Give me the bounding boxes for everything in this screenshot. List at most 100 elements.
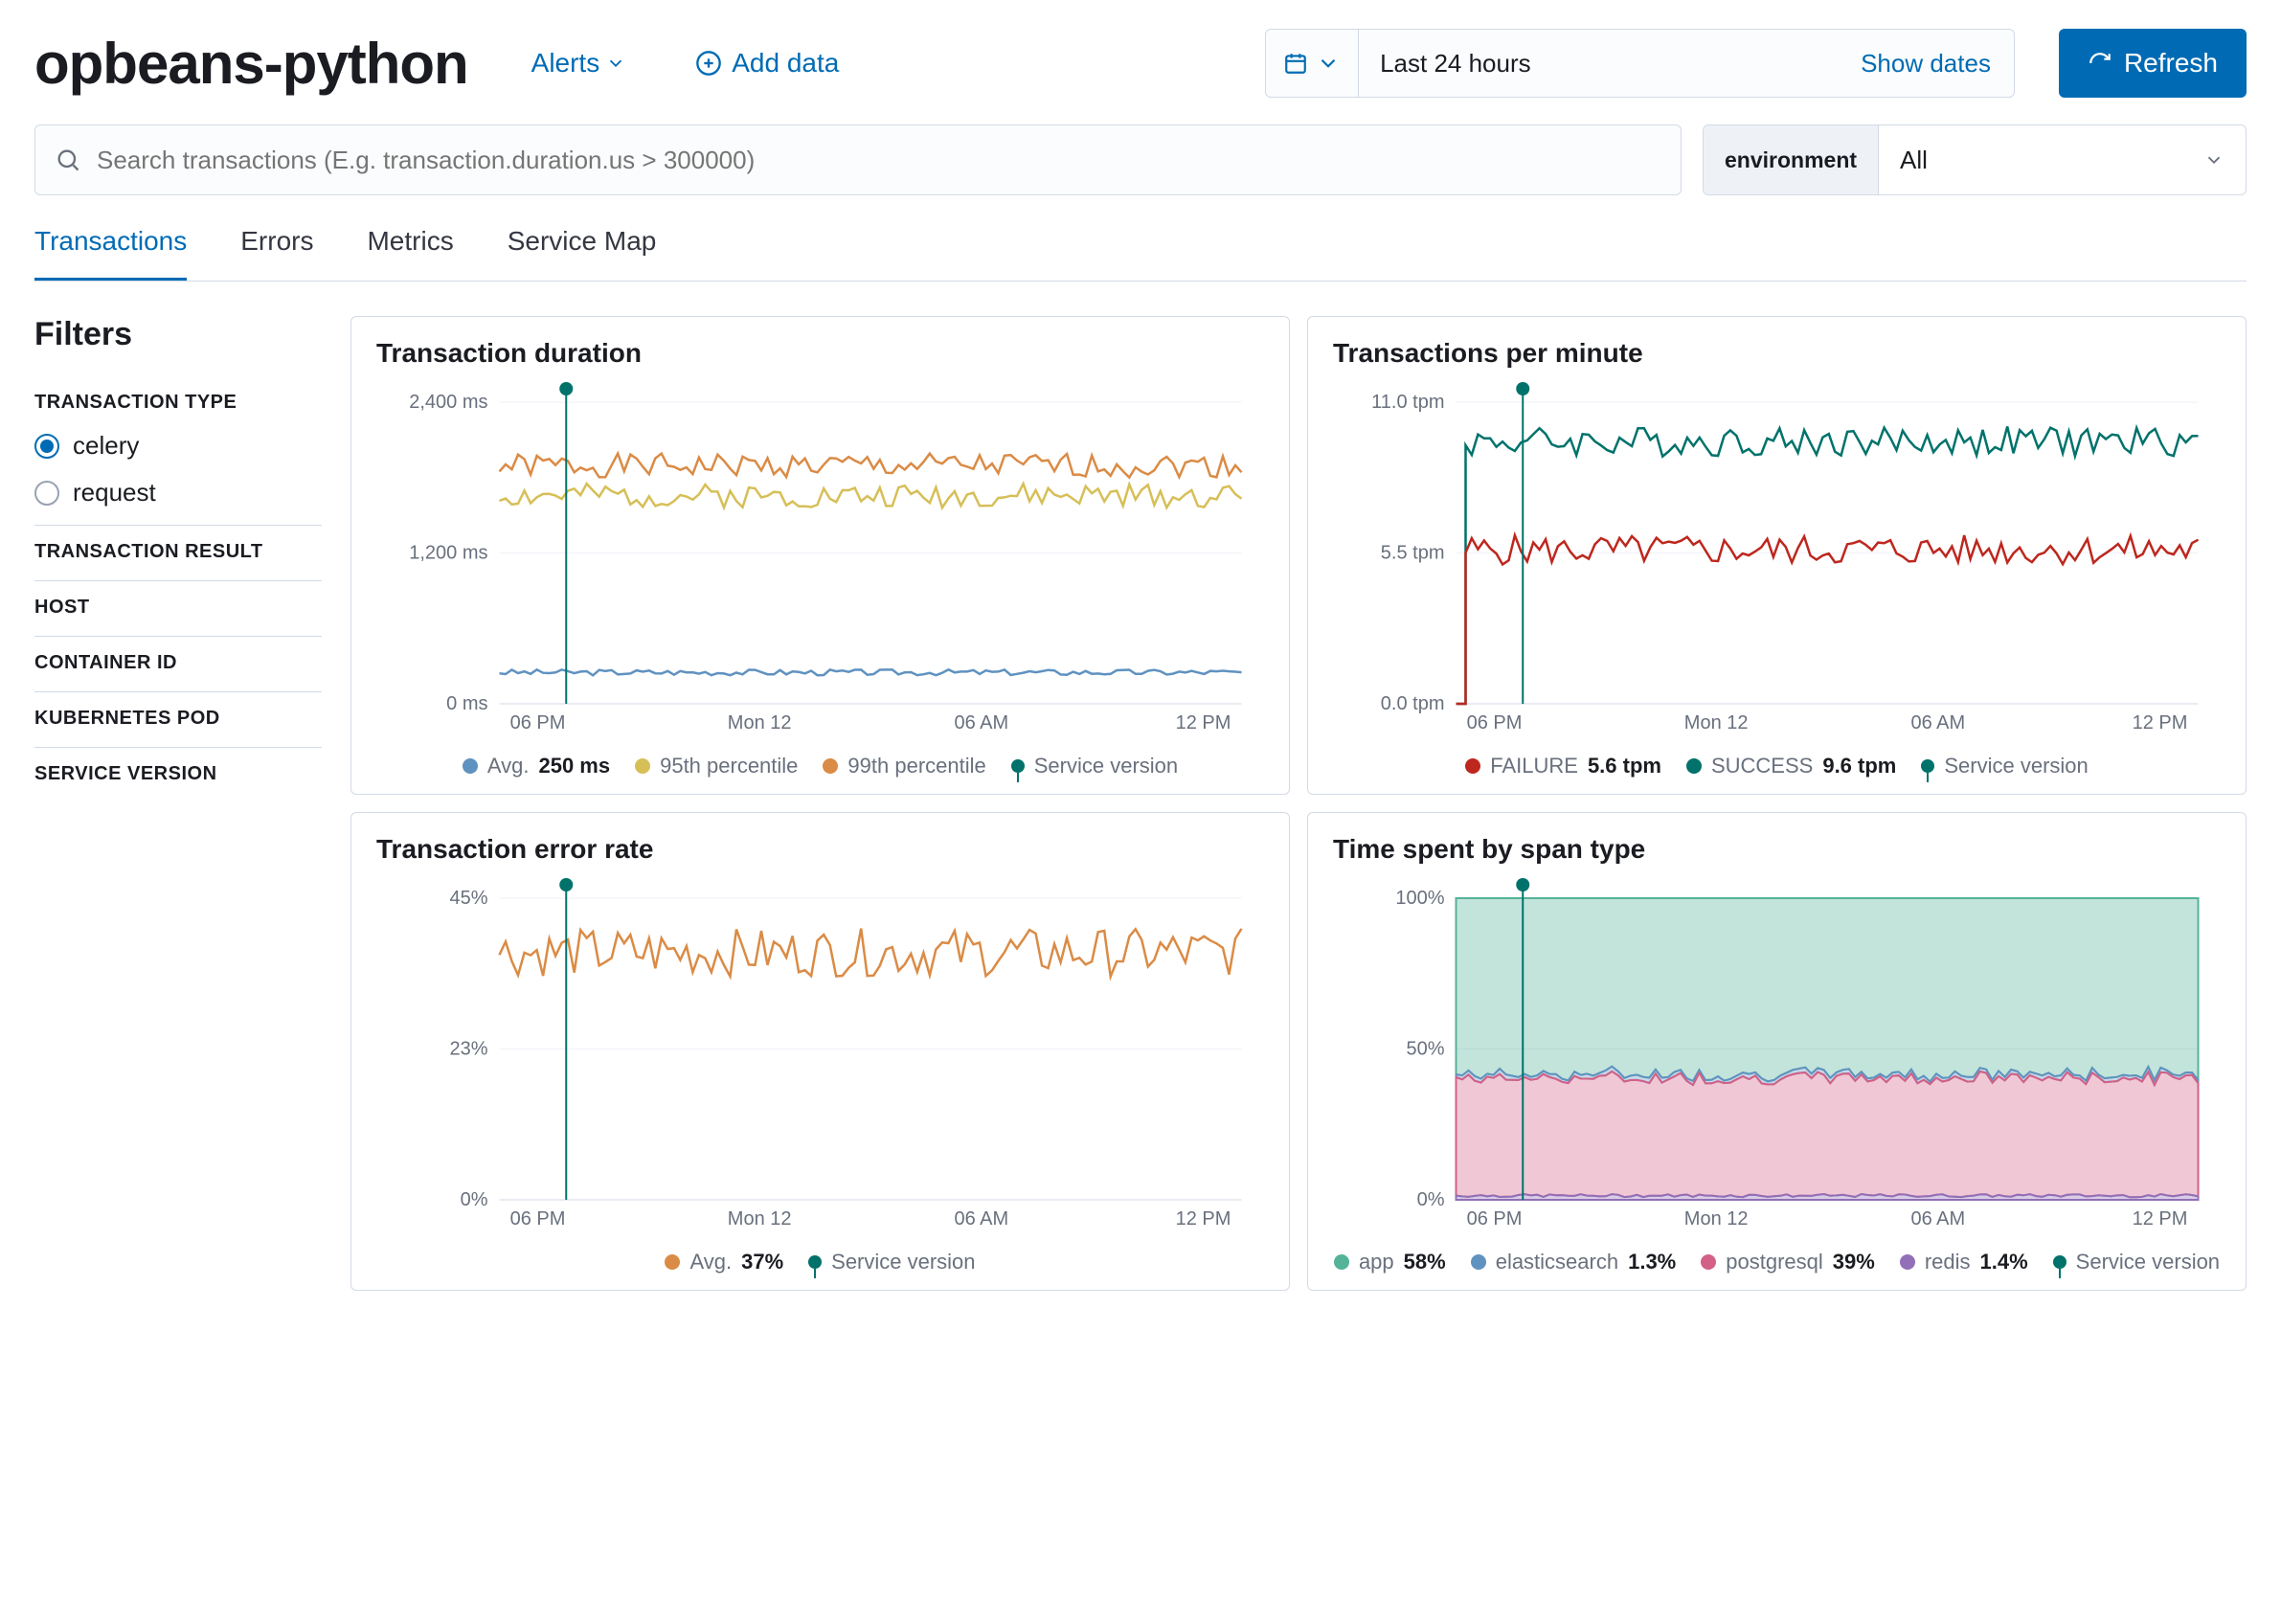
legend-value: 1.3% [1628, 1250, 1676, 1274]
filters-panel: Filters TRANSACTION TYPE celery request … [34, 316, 322, 1291]
svg-text:Mon 12: Mon 12 [728, 712, 792, 733]
dot-icon [1686, 758, 1702, 774]
legend-value: 39% [1833, 1250, 1875, 1274]
svg-text:50%: 50% [1406, 1039, 1444, 1060]
legend-item[interactable]: Avg. 37% [665, 1250, 783, 1274]
filter-service-version[interactable]: SERVICE VERSION [34, 748, 322, 802]
tab-servicemap[interactable]: Service Map [508, 226, 657, 281]
filter-container-id[interactable]: CONTAINER ID [34, 637, 322, 692]
refresh-button[interactable]: Refresh [2059, 29, 2247, 98]
dot-icon [1701, 1254, 1716, 1270]
legend-value: 250 ms [538, 754, 610, 778]
filters-title: Filters [34, 316, 322, 353]
legend-label: app [1359, 1250, 1394, 1274]
svg-text:06 AM: 06 AM [954, 712, 1008, 733]
legend-item[interactable]: Avg. 250 ms [463, 754, 610, 778]
legend-item[interactable]: Service version [1921, 754, 2088, 778]
chart-canvas[interactable]: 2,400 ms1,200 ms0 ms06 PMMon 1206 AM12 P… [376, 378, 1264, 748]
svg-text:Mon 12: Mon 12 [728, 1208, 792, 1229]
chart-canvas[interactable]: 45%23%0%06 PMMon 1206 AM12 PM [376, 874, 1264, 1244]
filter-kubernetes-pod[interactable]: KUBERNETES POD [34, 692, 322, 748]
environment-value: All [1900, 146, 1928, 175]
legend-item[interactable]: 99th percentile [823, 754, 985, 778]
legend-item[interactable]: Service version [1011, 754, 1178, 778]
svg-text:23%: 23% [449, 1039, 487, 1060]
chart-canvas[interactable]: 11.0 tpm5.5 tpm0.0 tpm06 PMMon 1206 AM12… [1333, 378, 2221, 748]
filter-heading: HOST [34, 597, 322, 619]
radio-celery[interactable]: celery [34, 431, 322, 461]
tab-errors[interactable]: Errors [240, 226, 313, 281]
svg-text:1,200 ms: 1,200 ms [409, 543, 487, 564]
date-range-label[interactable]: Last 24 hours [1359, 30, 1838, 97]
legend-item[interactable]: postgresql 39% [1701, 1250, 1875, 1274]
legend-label: Service version [1034, 754, 1178, 778]
svg-text:0%: 0% [1417, 1189, 1445, 1210]
legend-item[interactable]: Service version [808, 1250, 975, 1274]
dot-icon [1334, 1254, 1349, 1270]
legend-label: elasticsearch [1496, 1250, 1618, 1274]
tab-transactions[interactable]: Transactions [34, 226, 187, 281]
legend-label: postgresql [1726, 1250, 1823, 1274]
legend-item[interactable]: SUCCESS 9.6 tpm [1686, 754, 1896, 778]
legend-item[interactable]: FAILURE 5.6 tpm [1465, 754, 1661, 778]
svg-text:06 AM: 06 AM [1910, 712, 1965, 733]
chart-canvas[interactable]: 100%50%0%06 PMMon 1206 AM12 PM [1333, 874, 2221, 1244]
legend-label: Service version [831, 1250, 975, 1274]
svg-text:06 PM: 06 PM [1467, 1208, 1523, 1229]
environment-select[interactable]: All [1879, 125, 2246, 194]
filter-host[interactable]: HOST [34, 581, 322, 637]
filter-transaction-type: TRANSACTION TYPE celery request [34, 376, 322, 526]
chart-title: Time spent by span type [1333, 834, 2221, 865]
radio-request[interactable]: request [34, 478, 322, 508]
environment-caption: environment [1704, 125, 1879, 194]
search-input[interactable] [97, 146, 1661, 175]
legend-item[interactable]: Service version [2053, 1250, 2220, 1274]
legend-value: 9.6 tpm [1822, 754, 1896, 778]
legend-item[interactable]: elasticsearch 1.3% [1471, 1250, 1677, 1274]
search-box[interactable] [34, 124, 1682, 195]
svg-text:06 AM: 06 AM [954, 1208, 1008, 1229]
svg-text:12 PM: 12 PM [2133, 1208, 2188, 1229]
legend-item[interactable]: app 58% [1334, 1250, 1446, 1274]
date-quick-button[interactable] [1266, 30, 1359, 97]
svg-text:12 PM: 12 PM [2133, 712, 2188, 733]
svg-text:12 PM: 12 PM [1176, 712, 1231, 733]
radio-label: request [73, 478, 156, 508]
alerts-dropdown[interactable]: Alerts [531, 48, 627, 79]
chevron-down-icon [2203, 149, 2225, 170]
legend-item[interactable]: 95th percentile [635, 754, 798, 778]
service-title: opbeans-python [34, 31, 468, 97]
legend-label: Service version [1944, 754, 2088, 778]
tabs: Transactions Errors Metrics Service Map [34, 226, 2247, 282]
filter-heading: TRANSACTION RESULT [34, 541, 322, 563]
tab-metrics[interactable]: Metrics [367, 226, 453, 281]
filter-heading[interactable]: TRANSACTION TYPE [34, 392, 322, 414]
chevron-down-icon [605, 53, 626, 74]
show-dates-link[interactable]: Show dates [1838, 30, 2014, 97]
chart-title: Transaction error rate [376, 834, 1264, 865]
chart-legend: FAILURE 5.6 tpm SUCCESS 9.6 tpm Service ve… [1333, 754, 2221, 778]
svg-text:06 PM: 06 PM [1467, 712, 1523, 733]
svg-text:0%: 0% [461, 1189, 488, 1210]
svg-text:45%: 45% [449, 888, 487, 909]
svg-text:Mon 12: Mon 12 [1684, 1208, 1749, 1229]
chart-legend: Avg. 37% Service version [376, 1250, 1264, 1274]
radio-icon [34, 481, 59, 506]
legend-value: 1.4% [1980, 1250, 2028, 1274]
legend-label: FAILURE [1490, 754, 1578, 778]
dot-icon [1465, 758, 1480, 774]
alerts-label: Alerts [531, 48, 600, 79]
legend-label: 95th percentile [660, 754, 798, 778]
search-row: environment All [34, 124, 2247, 195]
svg-text:06 AM: 06 AM [1910, 1208, 1965, 1229]
legend-label: 99th percentile [847, 754, 985, 778]
svg-text:5.5 tpm: 5.5 tpm [1381, 543, 1445, 564]
dot-icon [823, 758, 838, 774]
add-data-link[interactable]: Add data [695, 48, 839, 79]
search-icon [55, 147, 81, 173]
chart-title: Transactions per minute [1333, 338, 2221, 369]
refresh-icon [2088, 51, 2112, 76]
filter-transaction-result[interactable]: TRANSACTION RESULT [34, 526, 322, 581]
legend-item[interactable]: redis 1.4% [1900, 1250, 2028, 1274]
pin-icon [1011, 759, 1025, 773]
